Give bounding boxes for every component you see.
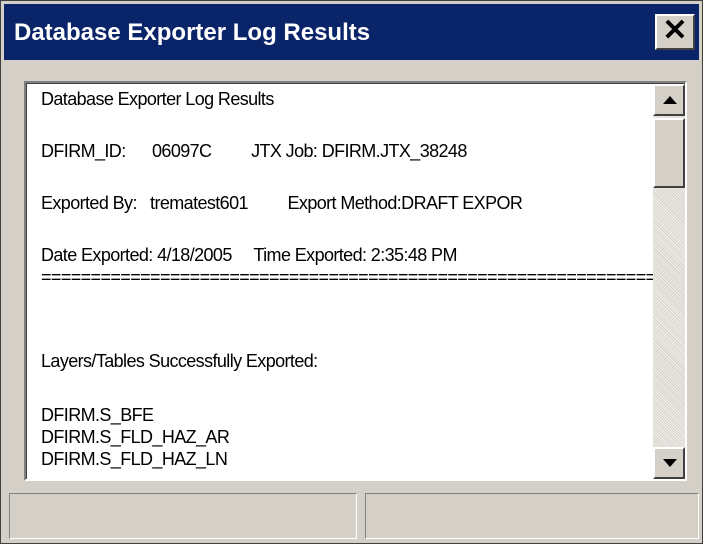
log-line-exported-by: Exported By: trematest601 Export Method:… — [41, 193, 523, 213]
scroll-thumb[interactable] — [653, 118, 685, 188]
close-icon: ✕ — [662, 14, 688, 47]
window-title: Database Exporter Log Results — [14, 19, 371, 46]
title-bar[interactable]: Database Exporter Log Results ✕ — [4, 4, 699, 60]
log-line-layer: DFIRM.S_BFE — [41, 405, 154, 425]
arrow-up-icon — [663, 96, 677, 104]
log-line-layer: DFIRM.S_FLD_HAZ_AR — [41, 427, 230, 447]
status-pane-right — [365, 493, 699, 539]
log-line-dfirm-id: DFIRM_ID: 06097C JTX Job: DFIRM.JTX_3824… — [41, 141, 467, 161]
close-button[interactable]: ✕ — [655, 14, 695, 50]
log-line-date-exported: Date Exported: 4/18/2005 Time Exported: … — [41, 245, 457, 265]
log-line-layers-heading: Layers/Tables Successfully Exported: — [41, 351, 318, 371]
status-bar — [4, 493, 699, 539]
log-text-frame: Database Exporter Log Results DFIRM_ID: … — [26, 83, 685, 479]
log-text-area[interactable]: Database Exporter Log Results DFIRM_ID: … — [24, 81, 687, 481]
scroll-down-button[interactable] — [653, 447, 685, 479]
scroll-up-button[interactable] — [653, 84, 685, 116]
log-line-layer: DFIRM.S_FLD_HAZ_LN — [41, 449, 228, 469]
log-results-window: Database Exporter Log Results ✕ Database… — [0, 0, 703, 544]
log-line-title: Database Exporter Log Results — [41, 89, 274, 109]
status-pane-left — [9, 493, 357, 539]
log-content: Database Exporter Log Results DFIRM_ID: … — [41, 88, 654, 476]
log-line-separator: ========================================… — [41, 267, 654, 287]
arrow-down-icon — [663, 459, 677, 467]
vertical-scrollbar[interactable] — [653, 84, 685, 479]
